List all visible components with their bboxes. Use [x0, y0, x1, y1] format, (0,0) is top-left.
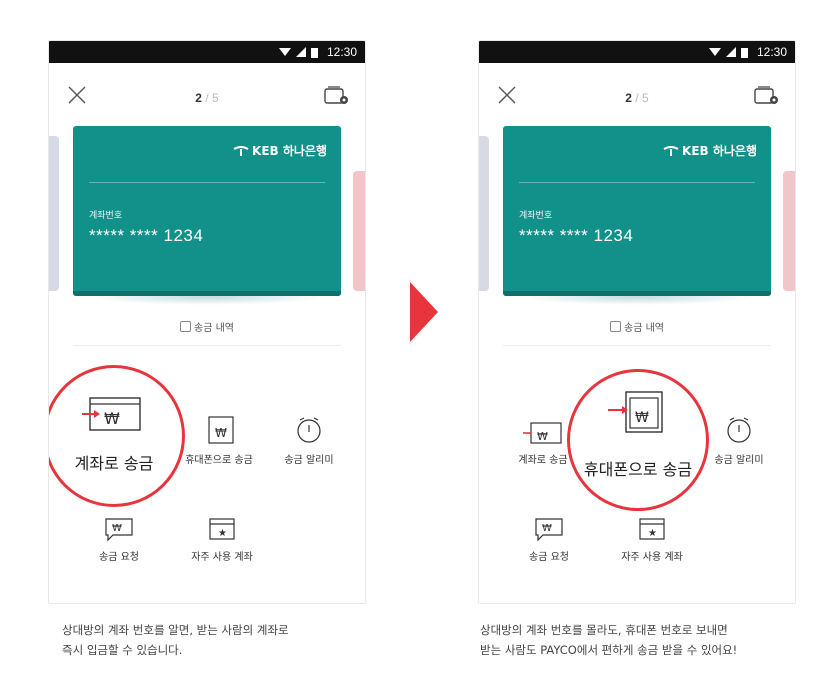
- account-label: 계좌번호: [89, 211, 123, 221]
- right-caption-line1: 상대방의 계좌 번호를 몰라도, 휴대폰 번호로 보내면: [480, 623, 728, 637]
- next-card-peek[interactable]: [783, 171, 795, 291]
- phone-transfer-label: 휴대폰으로 송금: [185, 455, 253, 466]
- current-page: 2: [625, 91, 632, 105]
- transfer-history-link[interactable]: 송금 내역: [479, 319, 795, 334]
- transfer-alarm-label: 송금 알리미: [284, 455, 334, 466]
- transfer-history-link[interactable]: 송금 내역: [49, 319, 365, 334]
- frequent-accounts-button[interactable]: ★ 자주 사용 계좌: [605, 516, 699, 563]
- transfer-request-button[interactable]: ₩ 송금 요청: [509, 516, 589, 563]
- transfer-alarm-button[interactable]: 송금 알리미: [699, 415, 779, 466]
- top-bar: 2 / 5: [479, 63, 795, 123]
- right-phone-screenshot: 12:30 2 / 5 KEB 하나은행 계좌번호 ***** **** 123…: [478, 40, 796, 604]
- transfer-alarm-label: 송금 알리미: [714, 455, 764, 466]
- account-transfer-icon: ₩: [523, 422, 562, 444]
- phone-transfer-icon: ₩: [208, 416, 234, 444]
- account-number: ***** **** 1234: [519, 226, 634, 245]
- next-step-arrow: [410, 282, 438, 342]
- card-divider: [519, 182, 755, 183]
- phone-transfer-icon: ₩: [608, 391, 663, 433]
- bank-card[interactable]: KEB 하나은행 계좌번호 ***** **** 1234: [73, 126, 341, 296]
- svg-text:₩: ₩: [542, 523, 552, 534]
- card-bottom-bar: [73, 291, 341, 296]
- history-label: 송금 내역: [624, 323, 664, 334]
- alarm-clock-icon: [297, 417, 321, 443]
- account-transfer-label: 계좌로 송금: [74, 454, 154, 473]
- svg-text:★: ★: [218, 528, 227, 539]
- frequent-accounts-icon: ★: [639, 518, 665, 540]
- current-page: 2: [195, 91, 202, 105]
- wallet-settings-icon[interactable]: [753, 83, 781, 107]
- bank-name: KEB 하나은행: [682, 144, 757, 158]
- alarm-clock-icon: [727, 417, 751, 443]
- phone-transfer-label: 휴대폰으로 송금: [583, 460, 693, 479]
- screen: 2 / 5 KEB 하나은행 계좌번호 ***** **** 1234 송금 내…: [479, 63, 795, 603]
- bank-logo: KEB 하나은행: [663, 142, 757, 159]
- account-transfer-icon: ₩: [82, 397, 141, 431]
- wifi-icon: [708, 48, 721, 56]
- svg-text:₩: ₩: [537, 430, 548, 443]
- frequent-accounts-label: 자주 사용 계좌: [621, 552, 683, 563]
- divider: [73, 345, 341, 346]
- request-money-icon: ₩: [105, 518, 133, 542]
- status-bar: 12:30: [49, 41, 365, 63]
- transfer-request-label: 송금 요청: [529, 552, 569, 563]
- card-bottom-bar: [503, 291, 771, 296]
- signal-icon: [725, 47, 736, 57]
- next-card-peek[interactable]: [353, 171, 365, 291]
- svg-text:₩: ₩: [215, 426, 227, 440]
- history-icon: [180, 321, 191, 332]
- left-caption-line2: 즉시 입금할 수 있습니다.: [62, 643, 183, 657]
- page-separator: /: [635, 91, 639, 105]
- total-pages: 5: [212, 91, 219, 105]
- hana-logo-icon: [233, 145, 249, 156]
- frequent-accounts-button[interactable]: ★ 자주 사용 계좌: [175, 516, 269, 563]
- prev-card-peek[interactable]: [479, 136, 489, 291]
- history-label: 송금 내역: [194, 323, 234, 334]
- account-transfer-highlight[interactable]: ₩ 계좌로 송금: [49, 365, 185, 507]
- status-time: 12:30: [326, 45, 357, 59]
- history-icon: [610, 321, 621, 332]
- left-phone-screenshot: 12:30 2 / 5 KEB 하나은행 계좌번호 ***** **** 123…: [48, 40, 366, 604]
- battery-icon: [310, 47, 318, 58]
- transfer-request-label: 송금 요청: [99, 552, 139, 563]
- transfer-alarm-button[interactable]: 송금 알리미: [269, 415, 349, 466]
- right-caption-line2: 받는 사람도 PAYCO에서 편하게 송금 받을 수 있어요!: [480, 643, 738, 657]
- phone-transfer-button[interactable]: ₩ 휴대폰으로 송금: [181, 415, 257, 466]
- screen: 2 / 5 KEB 하나은행 계좌번호 ***** **** 1234 송금 내…: [49, 63, 365, 603]
- bank-name: KEB 하나은행: [252, 144, 327, 158]
- left-caption-line1: 상대방의 계좌 번호를 알면, 받는 사람의 계좌로: [62, 623, 289, 637]
- bank-card[interactable]: KEB 하나은행 계좌번호 ***** **** 1234: [503, 126, 771, 296]
- card-divider: [89, 182, 325, 183]
- svg-text:₩: ₩: [635, 410, 649, 426]
- prev-card-peek[interactable]: [49, 136, 59, 291]
- frequent-accounts-icon: ★: [209, 518, 235, 540]
- signal-icon: [295, 47, 306, 57]
- divider: [503, 345, 771, 346]
- right-caption: 상대방의 계좌 번호를 몰라도, 휴대폰 번호로 보내면 받는 사람도 PAYC…: [480, 620, 737, 660]
- page-indicator: 2 / 5: [49, 91, 365, 105]
- status-bar: 12:30: [479, 41, 795, 63]
- account-number: ***** **** 1234: [89, 226, 204, 245]
- svg-text:₩: ₩: [112, 523, 122, 534]
- transfer-request-button[interactable]: ₩ 송금 요청: [79, 516, 159, 563]
- account-transfer-label: 계좌로 송금: [518, 455, 568, 466]
- request-money-icon: ₩: [535, 518, 563, 542]
- svg-text:₩: ₩: [104, 409, 120, 428]
- svg-text:★: ★: [648, 528, 657, 539]
- account-label: 계좌번호: [519, 211, 553, 221]
- page-separator: /: [205, 91, 209, 105]
- bank-logo: KEB 하나은행: [233, 142, 327, 159]
- hana-logo-icon: [663, 145, 679, 156]
- top-bar: 2 / 5: [49, 63, 365, 123]
- battery-icon: [740, 47, 748, 58]
- status-time: 12:30: [756, 45, 787, 59]
- total-pages: 5: [642, 91, 649, 105]
- wallet-settings-icon[interactable]: [323, 83, 351, 107]
- wifi-icon: [278, 48, 291, 56]
- page-indicator: 2 / 5: [479, 91, 795, 105]
- phone-transfer-highlight[interactable]: ₩ 휴대폰으로 송금: [567, 369, 709, 511]
- frequent-accounts-label: 자주 사용 계좌: [191, 552, 253, 563]
- left-caption: 상대방의 계좌 번호를 알면, 받는 사람의 계좌로 즉시 입금할 수 있습니다…: [62, 620, 289, 660]
